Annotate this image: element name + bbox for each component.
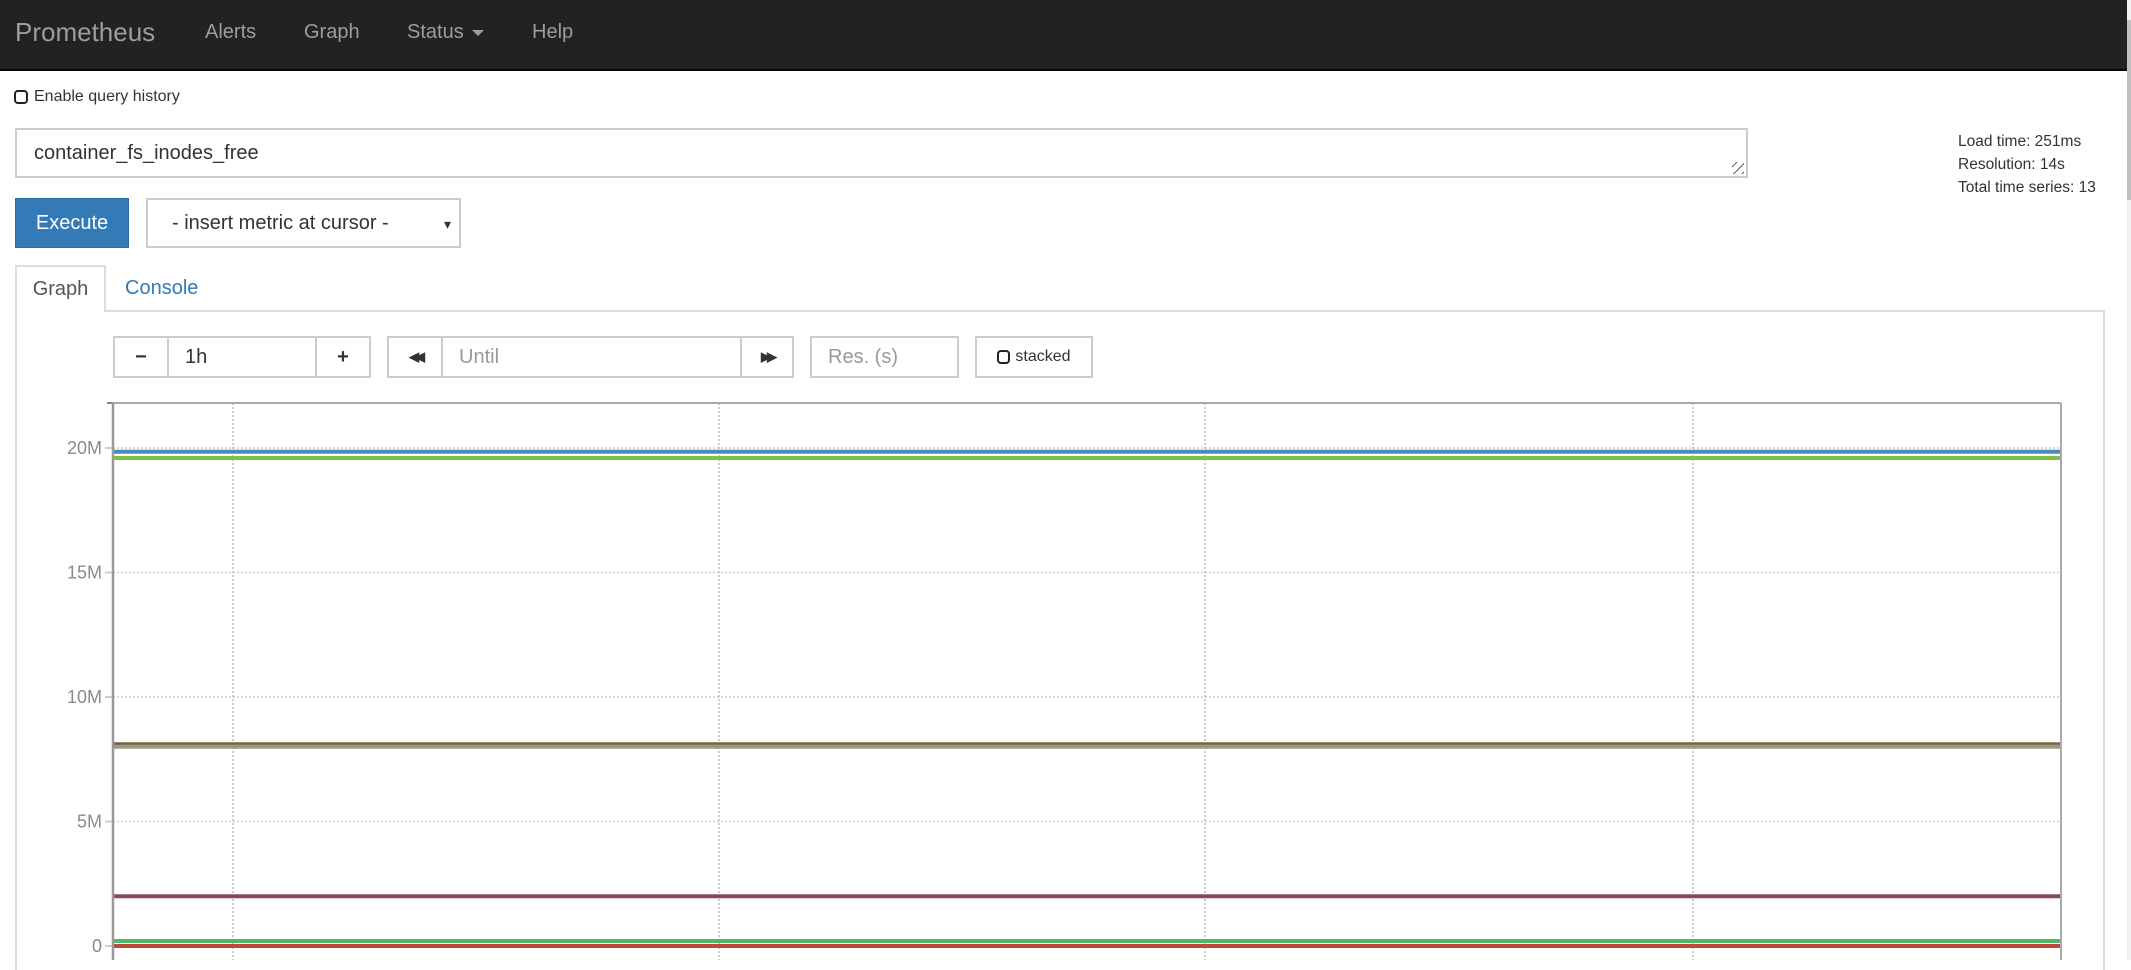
graph-chart[interactable]: 0 5M 10M 15M 20M (0, 0, 2131, 960)
y-tick-label: 20M (67, 438, 102, 458)
chart-series (113, 452, 2061, 946)
y-tick-label: 10M (67, 687, 102, 707)
chart-grid (113, 403, 2061, 960)
y-tick-label: 5M (77, 812, 102, 832)
chart-axes: 0 5M 10M 15M 20M (67, 403, 2061, 960)
y-tick-label: 0 (92, 936, 102, 956)
y-tick-label: 15M (67, 563, 102, 583)
